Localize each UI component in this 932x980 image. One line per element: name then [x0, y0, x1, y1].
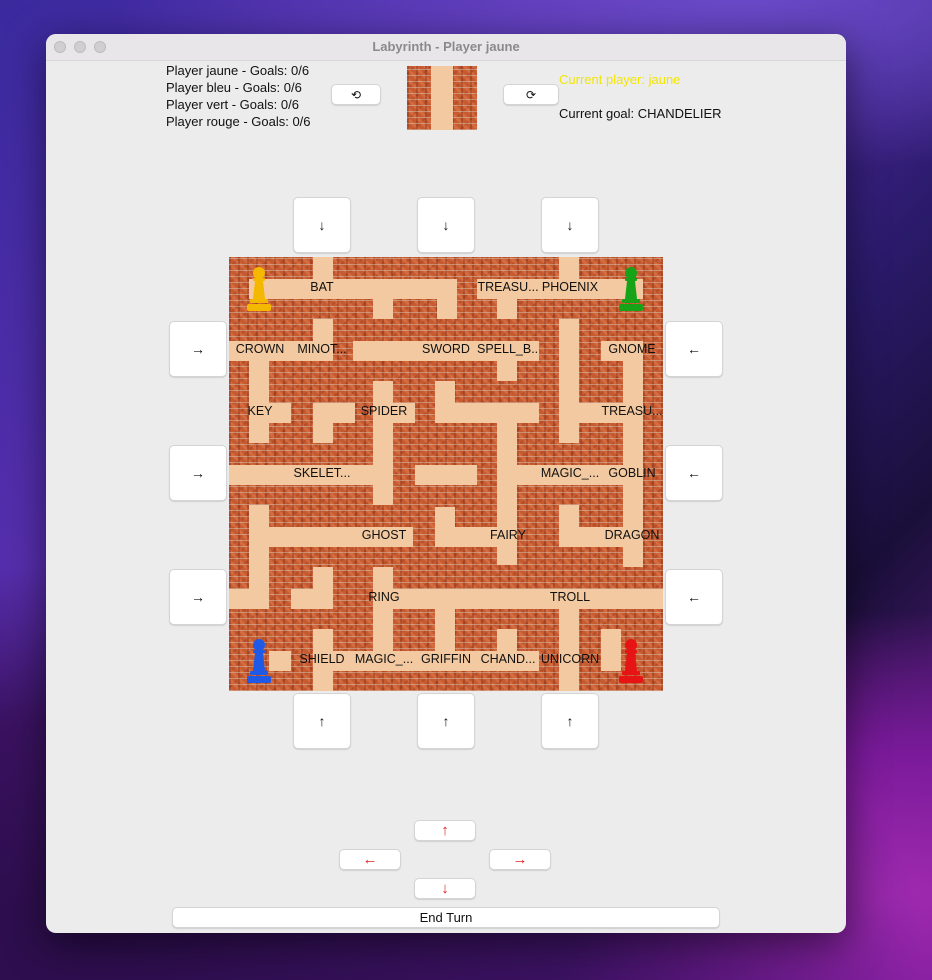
tile-label: GOBLIN [608, 466, 656, 480]
player-status-rouge: Player rouge - Goals: 0/6 [166, 114, 311, 129]
insert-row-1-left-button[interactable]: ← [665, 321, 723, 377]
window-title: Labyrinth - Player jaune [372, 39, 520, 54]
tile-label: TREASU... [601, 404, 663, 418]
tile-label: KEY [247, 404, 273, 418]
rotate-left-icon: ⟲ [350, 87, 362, 102]
arrow-up-icon: ↑ [318, 713, 326, 729]
tile-label: GHOST [361, 528, 407, 542]
tile-label: TREASU... [477, 280, 539, 294]
arrow-left-icon: ← [687, 465, 701, 481]
arrow-right-icon: → [191, 589, 205, 605]
move-up-button[interactable]: ↑ [414, 820, 476, 841]
current-player-label: Current player: jaune [559, 72, 681, 87]
move-left-button[interactable]: ← [339, 849, 401, 870]
insert-col-3-up-button[interactable]: ↑ [417, 693, 475, 749]
arrow-down-icon: ↓ [441, 880, 449, 897]
pawn-bleu-icon [247, 639, 271, 683]
pawn-rouge-icon [619, 639, 643, 683]
tile-label: CROWN [235, 342, 285, 356]
tile-label: MAGIC_... [354, 652, 414, 666]
pawn-vert-icon [619, 267, 643, 311]
player-status-vert: Player vert - Goals: 0/6 [166, 97, 299, 112]
arrow-down-icon: ↓ [318, 217, 326, 233]
tile-label: SHIELD [299, 652, 345, 666]
rotate-right-button[interactable]: ⟳ [503, 84, 559, 105]
spare-tile [407, 66, 477, 130]
pawn-jaune-icon [247, 267, 271, 311]
tile-label: SPELL_B... [477, 342, 539, 356]
player-status-bleu: Player bleu - Goals: 0/6 [166, 80, 302, 95]
move-down-button[interactable]: ↓ [414, 878, 476, 899]
arrow-down-icon: ↓ [566, 217, 574, 233]
tile-label: MINOT... [297, 342, 347, 356]
insert-col-1-up-button[interactable]: ↑ [293, 693, 351, 749]
tile-label: GRIFFIN [421, 652, 471, 666]
insert-row-5-left-button[interactable]: ← [665, 569, 723, 625]
current-goal-label: Current goal: CHANDELIER [559, 106, 722, 121]
insert-col-3-down-button[interactable]: ↓ [417, 197, 475, 253]
game-window: Labyrinth - Player jaune Player jaune - … [46, 34, 846, 933]
end-turn-button[interactable]: End Turn [172, 907, 720, 928]
arrow-right-icon: → [191, 341, 205, 357]
insert-col-1-down-button[interactable]: ↓ [293, 197, 351, 253]
tile-label: DRAGON [604, 528, 660, 542]
tile-label: RING [368, 590, 400, 604]
arrow-right-icon: → [512, 851, 528, 868]
move-right-button[interactable]: → [489, 849, 551, 870]
arrow-up-icon: ↑ [441, 822, 449, 839]
rotate-left-button[interactable]: ⟲ [331, 84, 381, 105]
tile-label: SPIDER [360, 404, 408, 418]
tile-label: MAGIC_... [540, 466, 600, 480]
arrow-up-icon: ↑ [442, 713, 450, 729]
insert-row-3-right-button[interactable]: → [169, 445, 227, 501]
player-status-jaune: Player jaune - Goals: 0/6 [166, 63, 310, 78]
insert-row-3-left-button[interactable]: ← [665, 445, 723, 501]
tile-label: SKELET... [293, 466, 351, 480]
arrow-right-icon: → [191, 465, 205, 481]
tile-label: BAT [310, 280, 334, 294]
tile-label: TROLL [549, 590, 591, 604]
insert-col-5-down-button[interactable]: ↓ [541, 197, 599, 253]
arrow-left-icon: ← [687, 341, 701, 357]
tile-label: FAIRY [490, 528, 526, 542]
rotate-right-icon: ⟳ [525, 87, 537, 102]
tile-label: CHAND... [480, 652, 536, 666]
insert-row-1-right-button[interactable]: → [169, 321, 227, 377]
arrow-up-icon: ↑ [566, 713, 574, 729]
arrow-left-icon: ← [362, 851, 378, 868]
insert-col-5-up-button[interactable]: ↑ [541, 693, 599, 749]
tile-label: PHOENIX [541, 280, 599, 294]
title-bar: Labyrinth - Player jaune [46, 34, 846, 61]
tile-label: UNICORN [540, 652, 600, 666]
arrow-down-icon: ↓ [442, 217, 450, 233]
insert-row-5-right-button[interactable]: → [169, 569, 227, 625]
tile-label: GNOME [608, 342, 656, 356]
tile-label: SWORD [422, 342, 470, 356]
arrow-left-icon: ← [687, 589, 701, 605]
